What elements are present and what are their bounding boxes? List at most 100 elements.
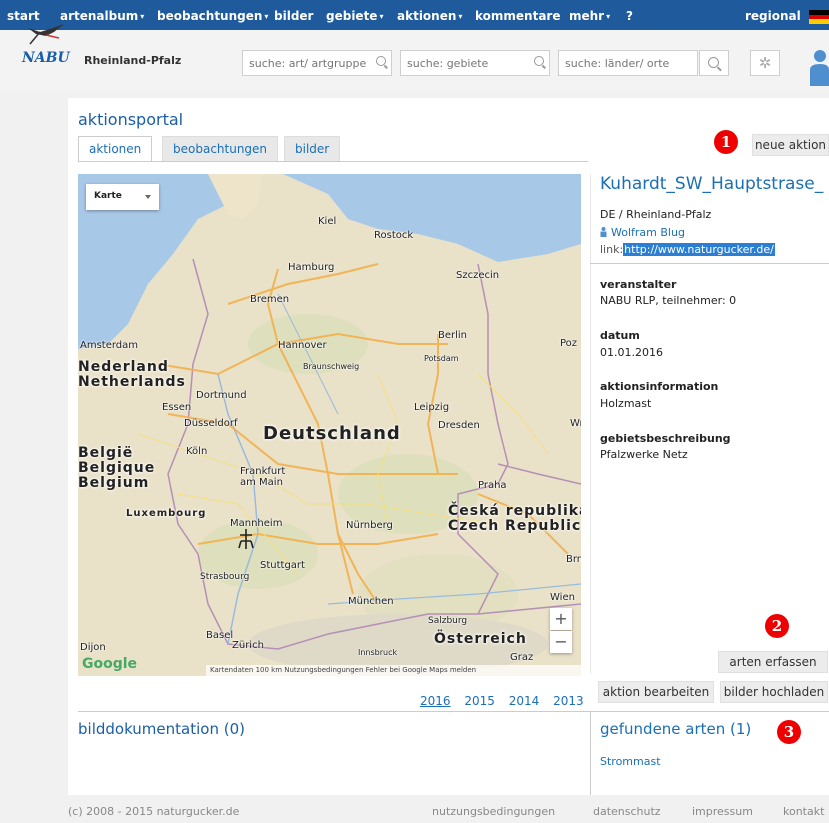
- nav-mehr-label: mehr: [569, 9, 605, 23]
- nav-mehr[interactable]: mehr ▾: [569, 9, 610, 23]
- tab-beobachtungen[interactable]: beobachtungen: [162, 136, 279, 162]
- footer-link-contact[interactable]: kontakt: [783, 805, 824, 818]
- zoom-out-button[interactable]: −: [550, 631, 572, 653]
- action-region: DE / Rheinland-Pfalz: [600, 208, 712, 221]
- location-marker-icon[interactable]: [238, 529, 254, 549]
- map-city-dortmund: Dortmund: [196, 390, 247, 401]
- nav-aktionen-label: aktionen: [397, 9, 457, 23]
- google-logo: Google: [82, 656, 138, 672]
- map-city-hamburg: Hamburg: [288, 262, 335, 273]
- year-link[interactable]: 2015: [464, 694, 495, 708]
- chevron-down-icon: [145, 195, 151, 199]
- action-link-url[interactable]: http://www.naturgucker.de/: [623, 243, 775, 256]
- search-places[interactable]: [558, 50, 698, 76]
- action-title: Kuhardt_SW_Hauptstrase_: [600, 174, 824, 194]
- map-city-szczecin: Szczecin: [456, 270, 500, 281]
- detail-divider: [590, 263, 829, 264]
- found-species-title: gefundene arten (1): [600, 720, 752, 738]
- settings-button[interactable]: ✲: [750, 50, 780, 76]
- map[interactable]: Kiel Rostock Hamburg Szczecin Bremen Ber…: [78, 174, 581, 676]
- search-species[interactable]: [242, 50, 392, 76]
- edit-action-button[interactable]: aktion bearbeiten: [598, 681, 714, 703]
- search-areas[interactable]: [400, 50, 550, 76]
- upload-images-button[interactable]: bilder hochladen: [720, 681, 828, 703]
- footer-link-imprint[interactable]: impressum: [692, 805, 753, 818]
- map-city-poz: Poz: [560, 338, 578, 349]
- annotation-marker-3: 3: [777, 720, 801, 744]
- nav-regional[interactable]: regional: [745, 9, 801, 23]
- nav-bilder[interactable]: bilder: [274, 9, 313, 23]
- map-city-dijon: Dijon: [80, 642, 106, 653]
- map-city-salzburg: Salzburg: [428, 616, 468, 626]
- year-link[interactable]: 2014: [509, 694, 540, 708]
- nav-help[interactable]: ?: [626, 9, 633, 23]
- info-label: aktionsinformation: [600, 380, 719, 393]
- map-city-basel: Basel: [206, 630, 234, 641]
- logo-text: NABU: [22, 50, 70, 66]
- caret-down-icon: ▾: [458, 12, 463, 21]
- map-type-select[interactable]: Karte: [86, 184, 159, 210]
- action-link-label: link:: [600, 243, 624, 256]
- search-places-button[interactable]: [699, 50, 729, 76]
- user-avatar-icon[interactable]: [806, 48, 829, 86]
- tab-aktionen[interactable]: aktionen: [78, 136, 153, 162]
- map-country-luxembourg: Luxembourg: [126, 508, 207, 519]
- search-icon[interactable]: [376, 56, 386, 66]
- person-icon: [600, 227, 607, 237]
- map-country-belgium: België Belgique Belgium: [78, 445, 156, 491]
- map-footer[interactable]: Kartendaten 100 km Nutzungsbedingungen F…: [206, 665, 581, 676]
- page-title: aktionsportal: [78, 110, 184, 129]
- map-type-label: Karte: [94, 191, 122, 201]
- map-city-amsterdam: Amsterdam: [80, 340, 139, 351]
- action-author[interactable]: Wolfram Blug: [600, 226, 685, 239]
- search-species-input[interactable]: [243, 51, 391, 75]
- map-city-kiel: Kiel: [318, 216, 337, 227]
- map-city-innsbruck: Innsbruck: [358, 648, 398, 657]
- map-city-leipzig: Leipzig: [414, 402, 450, 413]
- nav-kommentare[interactable]: kommentare: [475, 9, 560, 23]
- column-divider: [590, 174, 591, 674]
- new-action-button[interactable]: neue aktion: [752, 134, 829, 156]
- map-country-austria: Österreich: [434, 631, 527, 647]
- map-city-rostock: Rostock: [374, 230, 414, 241]
- map-city-potsdam: Potsdam: [424, 354, 459, 363]
- search-areas-input[interactable]: [401, 51, 549, 75]
- species-list-item[interactable]: Strommast: [600, 755, 661, 768]
- area-label: gebietsbeschreibung: [600, 432, 731, 445]
- bottom-divider: [78, 711, 829, 712]
- action-author-name: Wolfram Blug: [611, 226, 685, 239]
- date-label: datum: [600, 329, 640, 342]
- zoom-in-button[interactable]: +: [550, 608, 572, 630]
- map-city-koln: Köln: [186, 446, 208, 457]
- map-city-hannover: Hannover: [278, 340, 327, 351]
- footer-link-terms[interactable]: nutzungsbedingungen: [432, 805, 555, 818]
- german-flag-icon[interactable]: [809, 10, 829, 24]
- info-value: Holzmast: [600, 397, 652, 410]
- search-places-input[interactable]: [559, 51, 697, 75]
- map-city-praha: Praha: [478, 480, 507, 491]
- map-country-netherlands: Nederland Netherlands: [78, 359, 186, 390]
- record-species-button[interactable]: arten erfassen: [718, 651, 828, 673]
- tab-bilder[interactable]: bilder: [284, 136, 341, 162]
- caret-down-icon: ▾: [606, 12, 611, 21]
- logo-subtitle: Rheinland-Pfalz: [84, 54, 182, 67]
- footer-link-privacy[interactable]: datenschutz: [593, 805, 661, 818]
- annotation-marker-2: 2: [765, 614, 789, 638]
- map-city-dresden: Dresden: [438, 420, 480, 431]
- nav-aktionen[interactable]: aktionen ▾: [397, 9, 462, 23]
- image-documentation-title: bilddokumentation (0): [78, 720, 245, 738]
- year-link[interactable]: 2016: [420, 694, 451, 708]
- map-city-munchen: München: [348, 596, 394, 607]
- year-link[interactable]: 2013: [553, 694, 584, 708]
- map-city-graz: Graz: [510, 652, 534, 663]
- search-icon[interactable]: [534, 56, 544, 66]
- bottom-column-divider: [590, 712, 591, 795]
- nabu-logo[interactable]: NABU Rheinland-Pfalz: [22, 20, 212, 67]
- footer-copyright: (c) 2008 - 2015 naturgucker.de: [68, 805, 240, 818]
- map-city-zurich: Zürich: [232, 640, 264, 651]
- organizer-value: NABU RLP, teilnehmer: 0: [600, 294, 737, 307]
- caret-down-icon: ▾: [379, 12, 384, 21]
- annotation-marker-1: 1: [714, 130, 738, 154]
- tab-divider: [78, 161, 588, 162]
- nav-gebiete[interactable]: gebiete ▾: [326, 9, 383, 23]
